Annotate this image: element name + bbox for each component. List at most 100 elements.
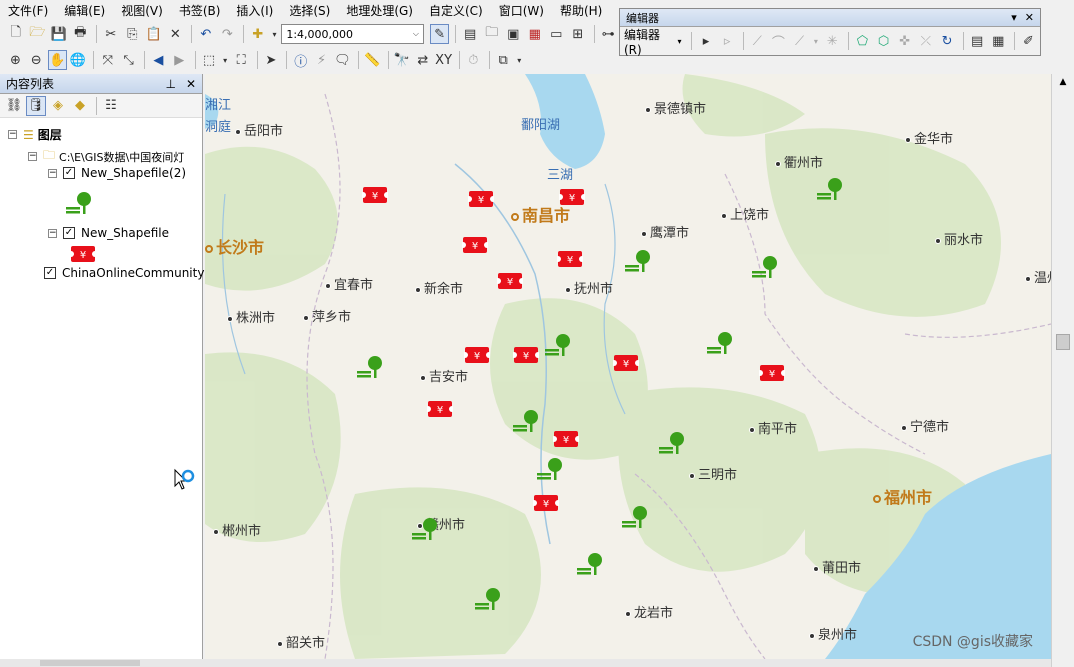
scroll-thumb[interactable] bbox=[40, 660, 140, 666]
park-bench-tree-icon[interactable] bbox=[511, 408, 541, 439]
toc-layer-new-shapefile[interactable]: − ✓ New_Shapefile bbox=[48, 226, 169, 240]
end-point-arc-icon[interactable]: ⌒ bbox=[769, 31, 788, 51]
attributes-icon[interactable]: ▤ bbox=[968, 31, 987, 51]
chevron-down-icon[interactable]: ▾ bbox=[270, 24, 280, 44]
list-by-selection-icon[interactable]: ◆ bbox=[70, 96, 90, 116]
layer-visibility-checkbox[interactable]: ✓ bbox=[63, 227, 75, 239]
rotate-icon[interactable]: ↻ bbox=[937, 31, 956, 51]
edit-tool-icon[interactable]: ▸ bbox=[696, 31, 715, 51]
park-bench-tree-icon[interactable] bbox=[575, 551, 605, 582]
fixed-zoom-out-icon[interactable]: ⤡ bbox=[119, 50, 138, 70]
open-folder-icon[interactable]: 🗁 bbox=[28, 24, 48, 44]
ticket-icon[interactable]: ¥ bbox=[425, 400, 455, 421]
straight-segment-icon[interactable]: ⟋ bbox=[748, 31, 767, 51]
park-bench-tree-icon[interactable] bbox=[623, 248, 653, 279]
menu-customize[interactable]: 自定义(C) bbox=[429, 2, 483, 19]
chevron-down-icon[interactable]: ▾ bbox=[811, 31, 821, 51]
hyperlink-icon[interactable]: ⚡ bbox=[312, 50, 331, 70]
html-popup-icon[interactable]: 🗨 bbox=[333, 50, 352, 70]
pin-icon[interactable]: ⊥ bbox=[165, 77, 175, 91]
scroll-thumb[interactable] bbox=[1056, 334, 1070, 350]
edit-annotation-icon[interactable]: ▹ bbox=[718, 31, 737, 51]
menu-edit[interactable]: 编辑(E) bbox=[64, 2, 105, 19]
select-features-icon[interactable]: ⬚ bbox=[200, 50, 219, 70]
find-icon[interactable]: 🔭 bbox=[393, 50, 412, 70]
toc-layer-basemap[interactable]: ✓ ChinaOnlineCommunity bbox=[44, 266, 204, 280]
ticket-icon[interactable]: ¥ bbox=[511, 346, 541, 367]
edit-vertices-icon[interactable]: ⬠ bbox=[853, 31, 872, 51]
cut-icon[interactable]: ✂ bbox=[101, 24, 121, 44]
menu-windows[interactable]: 窗口(W) bbox=[499, 2, 544, 19]
toc-root-layers[interactable]: − ☰ 图层 bbox=[8, 126, 62, 143]
list-by-visibility-icon[interactable]: ◈ bbox=[48, 96, 68, 116]
menu-view[interactable]: 视图(V) bbox=[121, 2, 163, 19]
copy-icon[interactable]: ⎘ bbox=[123, 24, 143, 44]
zoom-out-icon[interactable]: ⊖ bbox=[27, 50, 46, 70]
identify-icon[interactable]: ⓘ bbox=[291, 50, 310, 70]
delete-icon[interactable]: ✕ bbox=[166, 24, 186, 44]
menu-bookmarks[interactable]: 书签(B) bbox=[179, 2, 221, 19]
layer-visibility-checkbox[interactable]: ✓ bbox=[63, 167, 75, 179]
cut-polygons-icon[interactable]: ✜ bbox=[895, 31, 914, 51]
pan-icon[interactable]: ✋ bbox=[47, 50, 67, 70]
options-icon[interactable]: ☷ bbox=[101, 96, 121, 116]
menu-help[interactable]: 帮助(H) bbox=[560, 2, 602, 19]
print-icon[interactable]: 🖶 bbox=[71, 24, 91, 44]
fixed-zoom-in-icon[interactable]: ⤧ bbox=[98, 50, 117, 70]
go-to-xy-icon[interactable]: XY bbox=[434, 50, 453, 70]
chevron-down-icon[interactable]: ▾ bbox=[677, 37, 681, 46]
measure-icon[interactable]: 📏 bbox=[363, 50, 382, 70]
park-bench-tree-icon[interactable] bbox=[355, 354, 385, 385]
model-icon[interactable]: ⊶ bbox=[599, 24, 619, 44]
full-extent-icon[interactable]: 🌐 bbox=[69, 50, 88, 70]
reshape-feature-icon[interactable]: ⬡ bbox=[874, 31, 893, 51]
map-scale-combo[interactable]: 1:4,000,000 ⌵ bbox=[281, 24, 424, 44]
menu-selection[interactable]: 选择(S) bbox=[289, 2, 330, 19]
list-by-source-icon[interactable]: 🛢 bbox=[26, 95, 46, 116]
menu-file[interactable]: 文件(F) bbox=[8, 2, 48, 19]
menu-insert[interactable]: 插入(I) bbox=[236, 2, 273, 19]
add-data-icon[interactable]: ✚ bbox=[248, 24, 268, 44]
split-tool-icon[interactable]: ⤫ bbox=[916, 31, 935, 51]
map-vertical-scrollbar[interactable]: ▲ bbox=[1051, 74, 1074, 667]
park-bench-tree-icon[interactable] bbox=[473, 586, 503, 617]
toc-layer-new-shapefile-2[interactable]: − ✓ New_Shapefile(2) bbox=[48, 166, 186, 180]
save-icon[interactable]: 💾 bbox=[49, 24, 69, 44]
horizontal-scrollbar[interactable] bbox=[0, 659, 1051, 667]
ticket-icon[interactable]: ¥ bbox=[360, 186, 390, 207]
park-bench-tree-icon[interactable] bbox=[750, 254, 780, 285]
layer-visibility-checkbox[interactable]: ✓ bbox=[44, 267, 56, 279]
editor-toolbar-titlebar[interactable]: 编辑器 ▾ ✕ bbox=[620, 9, 1040, 27]
find-route-icon[interactable]: ⇄ bbox=[413, 50, 432, 70]
point-icon[interactable]: ✳ bbox=[823, 31, 842, 51]
collapse-icon[interactable]: − bbox=[28, 152, 37, 161]
python-window-icon[interactable]: ▭ bbox=[547, 24, 567, 44]
list-by-drawing-order-icon[interactable]: ⛓ bbox=[4, 96, 24, 116]
park-bench-tree-icon[interactable] bbox=[535, 456, 565, 487]
ticket-icon[interactable]: ¥ bbox=[531, 494, 561, 515]
ticket-icon[interactable]: ¥ bbox=[757, 364, 787, 385]
sketch-properties-icon[interactable]: ▦ bbox=[989, 31, 1008, 51]
collapse-icon[interactable]: − bbox=[48, 228, 57, 238]
chevron-down-icon[interactable]: ▾ bbox=[220, 50, 229, 70]
redo-icon[interactable]: ↷ bbox=[218, 24, 238, 44]
ticket-icon[interactable]: ¥ bbox=[466, 190, 496, 211]
model-builder-icon[interactable]: ⊞ bbox=[568, 24, 588, 44]
editor-toolbar-icon[interactable]: ✎ bbox=[429, 24, 450, 44]
scroll-up-icon[interactable]: ▲ bbox=[1052, 77, 1074, 87]
park-bench-tree-icon[interactable] bbox=[543, 332, 573, 363]
catalog-icon[interactable]: 🗀 bbox=[482, 24, 502, 44]
trace-icon[interactable]: ⟋ bbox=[790, 31, 809, 51]
park-bench-tree-icon[interactable] bbox=[657, 430, 687, 461]
ticket-icon[interactable]: ¥ bbox=[460, 236, 490, 257]
ticket-icon[interactable]: ¥ bbox=[611, 354, 641, 375]
create-features-icon[interactable]: ✐ bbox=[1019, 31, 1038, 51]
collapse-icon[interactable]: − bbox=[8, 130, 17, 139]
zoom-in-icon[interactable]: ⊕ bbox=[6, 50, 25, 70]
collapse-icon[interactable]: − bbox=[48, 168, 57, 178]
arctoolbox-icon[interactable]: ▦ bbox=[525, 24, 545, 44]
paste-icon[interactable]: 📋 bbox=[144, 24, 164, 44]
park-bench-tree-icon[interactable] bbox=[620, 504, 650, 535]
map-view[interactable]: 南昌市 长沙市 福州市 景德镇市 金华市 衢州市 岳阳市 上饶市 丽水市 鹰潭市 宜春市 新余市 抚州市… bbox=[205, 74, 1051, 659]
chevron-down-icon[interactable]: ⌵ bbox=[409, 29, 423, 39]
